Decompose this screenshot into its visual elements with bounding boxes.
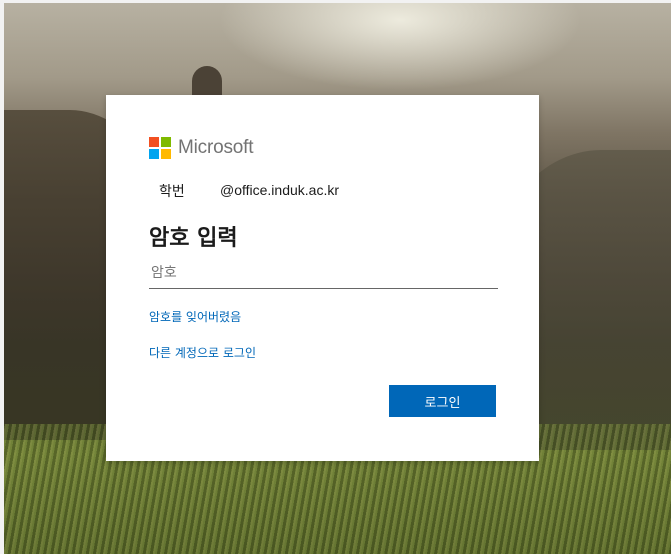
password-input[interactable] (149, 258, 498, 289)
sign-in-card: Microsoft 학번 @office.induk.ac.kr 암호 입력 암… (106, 95, 539, 461)
other-account-link[interactable]: 다른 계정으로 로그인 (149, 344, 256, 361)
logo-square-blue (149, 149, 159, 159)
user-id: 학번 (159, 184, 185, 200)
microsoft-logo: Microsoft (149, 137, 253, 159)
page-title: 암호 입력 (149, 226, 238, 251)
user-domain: @office.induk.ac.kr (220, 182, 340, 198)
login-button[interactable]: 로그인 (389, 385, 496, 417)
user-identity: 학번 @office.induk.ac.kr (159, 181, 339, 201)
logo-square-red (149, 137, 159, 147)
frame-top-edge (0, 0, 671, 3)
forgot-password-link[interactable]: 암호를 잊어버렸음 (149, 308, 241, 325)
microsoft-logo-icon (149, 137, 171, 159)
logo-square-green (161, 137, 171, 147)
brand-name: Microsoft (178, 137, 254, 158)
frame-left-edge (0, 0, 4, 554)
logo-square-yellow (161, 149, 171, 159)
